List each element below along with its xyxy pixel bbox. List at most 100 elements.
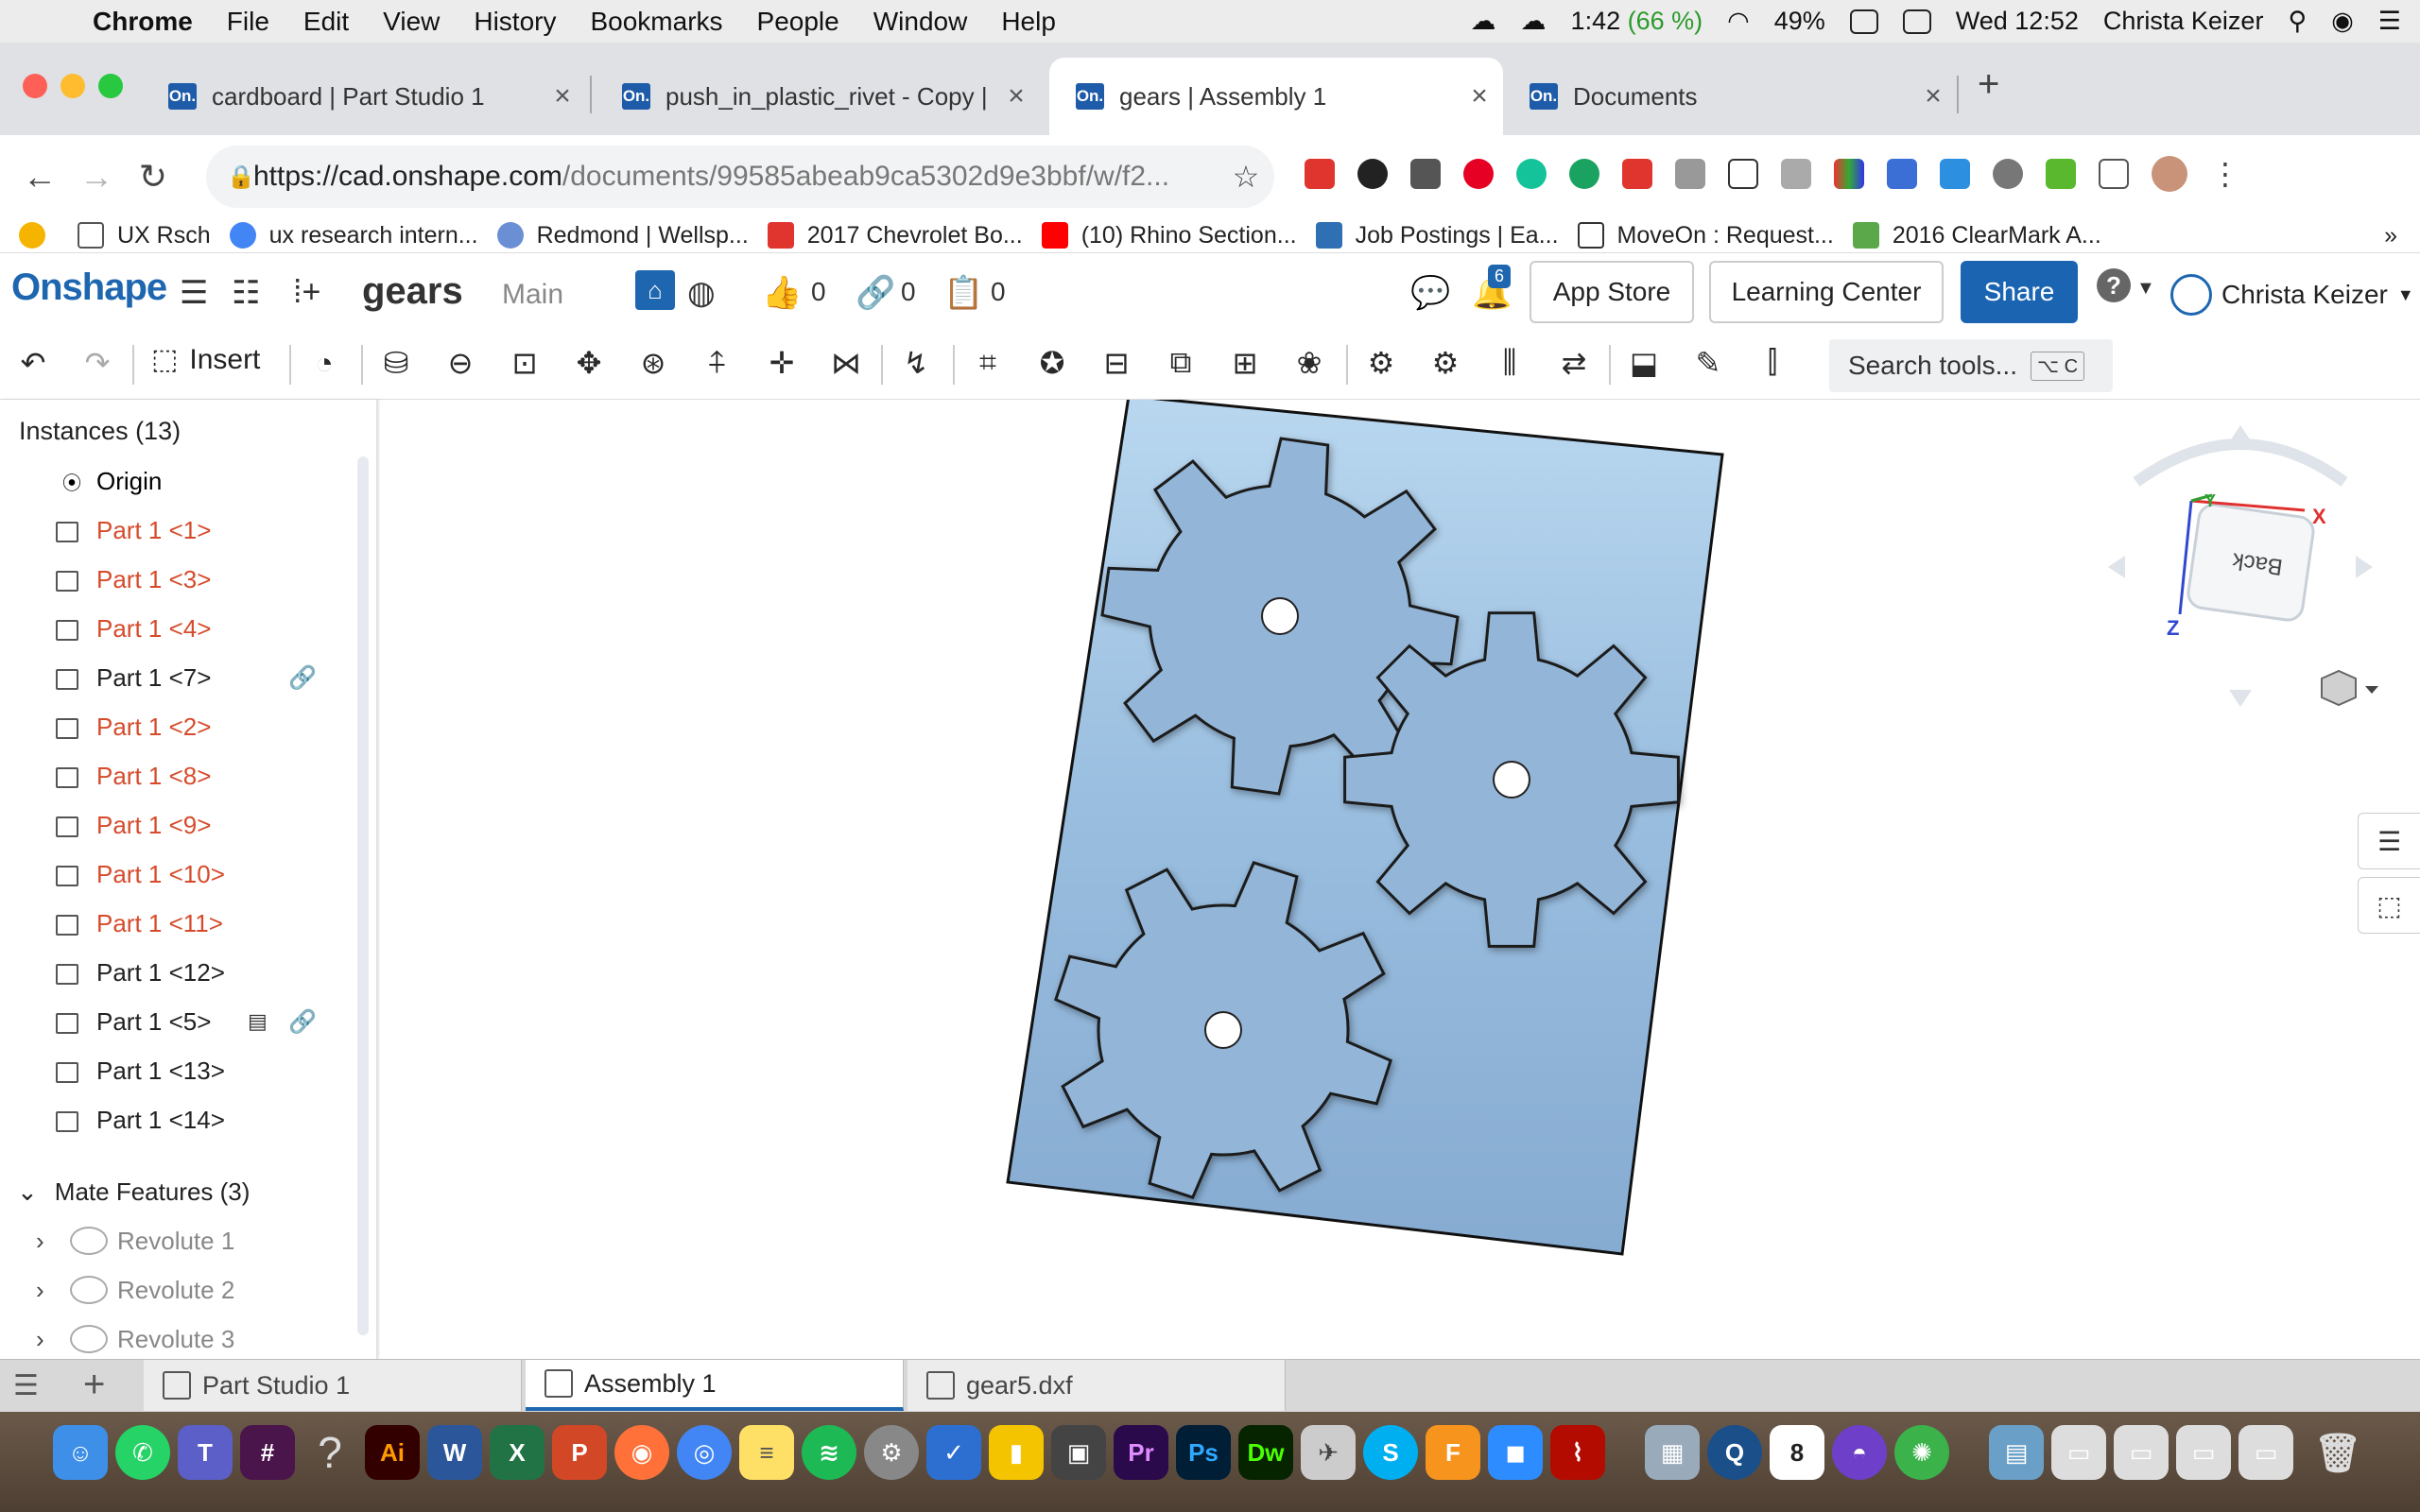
slider-mate-icon[interactable]: ⊡ bbox=[503, 341, 546, 385]
instance-item[interactable]: Part 1 <7> 🔗 bbox=[0, 653, 359, 702]
document-name[interactable]: gears bbox=[362, 270, 463, 313]
battery-time[interactable]: 1:42 (66 %) bbox=[1571, 7, 1703, 36]
close-window-button[interactable] bbox=[23, 74, 47, 98]
undo-icon[interactable]: ↶ bbox=[11, 341, 55, 385]
powerpoint-icon[interactable]: P bbox=[552, 1425, 607, 1480]
bookmark-rhino[interactable]: (10) Rhino Section... bbox=[1041, 222, 1297, 249]
chrome-icon[interactable]: ◎ bbox=[677, 1425, 732, 1480]
teams-icon[interactable]: T bbox=[178, 1425, 233, 1480]
mate-item-revolute-2[interactable]: › Revolute 2 bbox=[0, 1265, 359, 1314]
new-tab-button[interactable]: + bbox=[1978, 63, 1999, 106]
extension-icon[interactable] bbox=[1410, 159, 1441, 189]
add-tab-icon[interactable]: + bbox=[83, 1364, 105, 1406]
screw-icon[interactable]: ⫼ bbox=[1488, 341, 1531, 385]
chevron-right-icon[interactable]: › bbox=[36, 1227, 64, 1256]
tab-manager-icon[interactable]: ☰ bbox=[13, 1369, 39, 1402]
extension-icon[interactable] bbox=[1887, 159, 1917, 189]
document-icon[interactable]: ▭ bbox=[2176, 1425, 2231, 1480]
minimize-window-button[interactable] bbox=[60, 74, 85, 98]
finder-icon[interactable]: ☺ bbox=[53, 1425, 108, 1480]
instance-item[interactable]: Part 1 <8> bbox=[0, 751, 359, 800]
illustrator-icon[interactable]: Ai bbox=[365, 1425, 420, 1480]
browser-tab-rivet[interactable]: On. push_in_plastic_rivet - Copy | P × bbox=[596, 58, 1040, 135]
like-icon[interactable]: 👍 bbox=[762, 274, 802, 312]
section-icon[interactable]: ▤ bbox=[248, 1009, 268, 1034]
atom-icon[interactable]: ✺ bbox=[1894, 1425, 1949, 1480]
instance-item[interactable]: Part 1 <12> bbox=[0, 948, 359, 997]
instance-item[interactable]: Part 1 <1> bbox=[0, 506, 359, 555]
bookmark-moveon[interactable]: MoveOn : Request... bbox=[1577, 222, 1834, 249]
redo-icon[interactable]: ↷ bbox=[76, 341, 119, 385]
github-icon[interactable]: ◓ bbox=[1832, 1425, 1887, 1480]
word-icon[interactable]: W bbox=[427, 1425, 482, 1480]
view-cube[interactable]: Back X Y Z bbox=[2099, 416, 2382, 718]
help-icon[interactable]: ? bbox=[302, 1425, 357, 1480]
acrobat-icon[interactable]: ⌇ bbox=[1550, 1425, 1605, 1480]
instance-item[interactable]: Part 1 <5> ▤ 🔗 bbox=[0, 997, 359, 1046]
measure-icon[interactable]: ⬓ bbox=[1622, 341, 1666, 385]
document-icon[interactable]: ▤ bbox=[1989, 1425, 2044, 1480]
instance-item[interactable]: Part 1 <4> bbox=[0, 604, 359, 653]
chevron-right-icon[interactable]: › bbox=[36, 1276, 64, 1305]
replicate-icon[interactable]: ◔ bbox=[302, 341, 346, 385]
reload-icon[interactable]: ↻ bbox=[125, 157, 182, 197]
instances-header[interactable]: Instances (13) bbox=[19, 417, 181, 446]
back-arrow-icon[interactable]: ← bbox=[11, 157, 68, 197]
planar-mate-icon[interactable]: ✥ bbox=[567, 341, 611, 385]
bookmark-redmond[interactable]: Redmond | Wellsp... bbox=[496, 222, 749, 249]
cast-icon[interactable] bbox=[2099, 159, 2129, 189]
extension-icon[interactable] bbox=[1781, 159, 1811, 189]
menu-help[interactable]: Help bbox=[984, 7, 1073, 37]
extension-icon[interactable] bbox=[1728, 159, 1758, 189]
document-icon[interactable]: ▭ bbox=[2114, 1425, 2169, 1480]
appearance-panel-tab[interactable]: ⬚ bbox=[2358, 877, 2420, 934]
document-icon[interactable]: ▭ bbox=[2051, 1425, 2106, 1480]
bookmarks-overflow-icon[interactable]: » bbox=[2384, 222, 2397, 249]
tasks-icon[interactable]: ✓ bbox=[926, 1425, 981, 1480]
whatsapp-icon[interactable]: ✆ bbox=[115, 1425, 170, 1480]
rack-pinion-icon[interactable]: ⧉ bbox=[1159, 341, 1202, 385]
comments-icon[interactable]: 💬 bbox=[1410, 274, 1450, 312]
pinterest-icon[interactable] bbox=[1463, 159, 1494, 189]
instance-item[interactable]: Part 1 <2> bbox=[0, 702, 359, 751]
onshape-logo[interactable]: Onshape bbox=[11, 266, 167, 309]
document-icon[interactable]: ▭ bbox=[2238, 1425, 2293, 1480]
extension-icon[interactable] bbox=[1357, 159, 1388, 189]
zoom-icon[interactable]: ◼ bbox=[1488, 1425, 1543, 1480]
bookmark-job-postings[interactable]: Job Postings | Ea... bbox=[1315, 222, 1559, 249]
branch-name[interactable]: Main bbox=[502, 279, 563, 311]
notes-icon[interactable]: ≡ bbox=[739, 1425, 794, 1480]
battery-icon[interactable] bbox=[1849, 9, 1878, 34]
preview-icon[interactable]: ▦ bbox=[1645, 1425, 1700, 1480]
browser-tab-cardboard[interactable]: On. cardboard | Part Studio 1 × bbox=[142, 58, 586, 135]
gear-icon[interactable]: ⚙ bbox=[1359, 341, 1403, 385]
wifi-icon[interactable]: ◠ bbox=[1727, 7, 1750, 36]
origin-item[interactable]: ⦿ Origin bbox=[0, 456, 359, 506]
mate-features-header[interactable]: ⌄ Mate Features (3) bbox=[0, 1167, 359, 1216]
menu-people[interactable]: People bbox=[740, 7, 856, 37]
insert-button[interactable]: ⬚ Insert bbox=[151, 343, 260, 376]
tangent-mate-icon[interactable]: ↯ bbox=[894, 341, 938, 385]
bookmark-clearmark[interactable]: 2016 ClearMark A... bbox=[1852, 222, 2101, 249]
pin-slot-mate-icon[interactable]: ⍏ bbox=[696, 341, 739, 385]
section-view-icon[interactable]: ✎ bbox=[1686, 341, 1730, 385]
mate-item-revolute-3[interactable]: › Revolute 3 bbox=[0, 1314, 359, 1364]
premiere-icon[interactable]: Pr bbox=[1114, 1425, 1168, 1480]
instance-item[interactable]: Part 1 <13> bbox=[0, 1046, 359, 1095]
bookmark-star-icon[interactable]: ☆ bbox=[1218, 159, 1274, 195]
ball-mate-icon[interactable]: ✛ bbox=[760, 341, 804, 385]
dreamweaver-icon[interactable]: Dw bbox=[1238, 1425, 1293, 1480]
explode-icon[interactable]: ⫿ bbox=[1751, 341, 1794, 385]
notification-center-icon[interactable]: ☰ bbox=[2378, 7, 2401, 36]
tab-gear5-dxf[interactable]: gear5.dxf bbox=[908, 1360, 1286, 1411]
add-icon[interactable]: ⁞+ bbox=[293, 274, 320, 311]
lock-icon[interactable]: 🔒 bbox=[206, 163, 255, 191]
fastened-mate-icon[interactable]: ⛁ bbox=[374, 341, 418, 385]
education-icon[interactable]: ⌂ bbox=[635, 270, 675, 310]
revolute-mate-icon[interactable]: ⊖ bbox=[439, 341, 482, 385]
extension-icon[interactable] bbox=[2046, 159, 2076, 189]
system-preferences-icon[interactable]: ⚙ bbox=[864, 1425, 919, 1480]
app-icon[interactable]: ▮ bbox=[989, 1425, 1044, 1480]
instance-item[interactable]: Part 1 <10> bbox=[0, 850, 359, 899]
extension-icon[interactable] bbox=[1993, 159, 2023, 189]
